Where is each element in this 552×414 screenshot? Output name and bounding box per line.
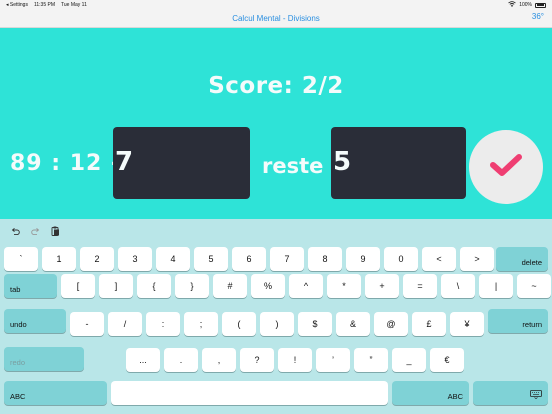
key[interactable]: ’ [316, 348, 350, 372]
key[interactable]: 2 [80, 247, 114, 271]
key[interactable]: ” [354, 348, 388, 372]
keyboard-icon [530, 390, 542, 401]
game-area: Score: 2/2 89 : 12 -> 7 reste 5 [0, 28, 552, 219]
keyboard: ` 1 2 3 4 5 6 7 8 9 0 < > delete tab[]{} #% ^ * + = \ | ~ undo -… [0, 219, 552, 414]
key[interactable]: _ [392, 348, 426, 372]
key[interactable]: ... [126, 348, 160, 372]
status-date: Tue May 11 [61, 2, 87, 8]
wifi-icon [508, 1, 516, 9]
battery-icon [535, 2, 546, 8]
key[interactable]: 6 [232, 247, 266, 271]
key[interactable]: * [327, 274, 361, 298]
key[interactable]: 5 [194, 247, 228, 271]
status-bar: ◂ Settings 11:35 PM Tue May 11 100% [0, 0, 552, 10]
page-title: Calcul Mental - Divisions [232, 14, 320, 23]
key[interactable]: = [403, 274, 437, 298]
redo-icon[interactable] [30, 226, 40, 236]
return-key[interactable]: return [488, 309, 548, 333]
key[interactable]: £ [412, 312, 446, 336]
key[interactable]: ~ [517, 274, 551, 298]
key[interactable]: / [108, 312, 142, 336]
key[interactable]: < [422, 247, 456, 271]
key[interactable]: @ [374, 312, 408, 336]
key[interactable]: } [175, 274, 209, 298]
key[interactable]: . [164, 348, 198, 372]
key[interactable]: ! [278, 348, 312, 372]
angle-button[interactable]: 36° [532, 12, 544, 21]
key[interactable]: + [365, 274, 399, 298]
navigation-bar: Calcul Mental - Divisions 36° [0, 10, 552, 28]
status-time: 11:35 PM [33, 2, 55, 8]
key[interactable]: 7 [270, 247, 304, 271]
key[interactable]: 4 [156, 247, 190, 271]
key[interactable]: ) [260, 312, 294, 336]
undo-key[interactable]: undo [4, 309, 66, 333]
key[interactable]: - [70, 312, 104, 336]
key[interactable]: 1 [42, 247, 76, 271]
clipboard-icon[interactable] [50, 226, 60, 236]
battery-percent: 100% [519, 2, 532, 8]
redo-key[interactable]: redo [4, 347, 84, 371]
undo-icon[interactable] [10, 226, 20, 236]
key[interactable]: 8 [308, 247, 342, 271]
key[interactable]: > [460, 247, 494, 271]
space-bar[interactable] [111, 381, 388, 405]
tab-key[interactable]: tab [4, 274, 57, 298]
keyboard-toolbar [0, 219, 552, 243]
key[interactable]: & [336, 312, 370, 336]
key[interactable]: ` [4, 247, 38, 271]
key[interactable]: : [146, 312, 180, 336]
quotient-input[interactable]: 7 [113, 127, 250, 199]
key[interactable]: # [213, 274, 247, 298]
key[interactable]: ? [240, 348, 274, 372]
key[interactable]: % [251, 274, 285, 298]
key[interactable]: ^ [289, 274, 323, 298]
checkmark-icon [489, 152, 523, 183]
key[interactable]: ] [99, 274, 133, 298]
key[interactable]: { [137, 274, 171, 298]
key[interactable]: $ [298, 312, 332, 336]
key[interactable]: \ [441, 274, 475, 298]
abc-key-left[interactable]: ABC [4, 381, 107, 405]
key[interactable]: ; [184, 312, 218, 336]
remainder-label: reste [262, 154, 324, 178]
key[interactable]: [ [61, 274, 95, 298]
validate-button[interactable] [469, 130, 543, 204]
key[interactable]: | [479, 274, 513, 298]
remainder-input[interactable]: 5 [331, 127, 466, 199]
back-to-settings[interactable]: ◂ Settings [6, 2, 28, 8]
key[interactable]: 3 [118, 247, 152, 271]
key[interactable]: ( [222, 312, 256, 336]
hide-keyboard-button[interactable] [473, 381, 548, 405]
abc-key-right[interactable]: ABC [392, 381, 469, 405]
key[interactable]: ¥ [450, 312, 484, 336]
key[interactable]: , [202, 348, 236, 372]
score-label: Score: 2/2 [208, 73, 344, 99]
key[interactable]: € [430, 348, 464, 372]
key[interactable]: 9 [346, 247, 380, 271]
delete-key[interactable]: delete [496, 247, 548, 271]
key[interactable]: 0 [384, 247, 418, 271]
